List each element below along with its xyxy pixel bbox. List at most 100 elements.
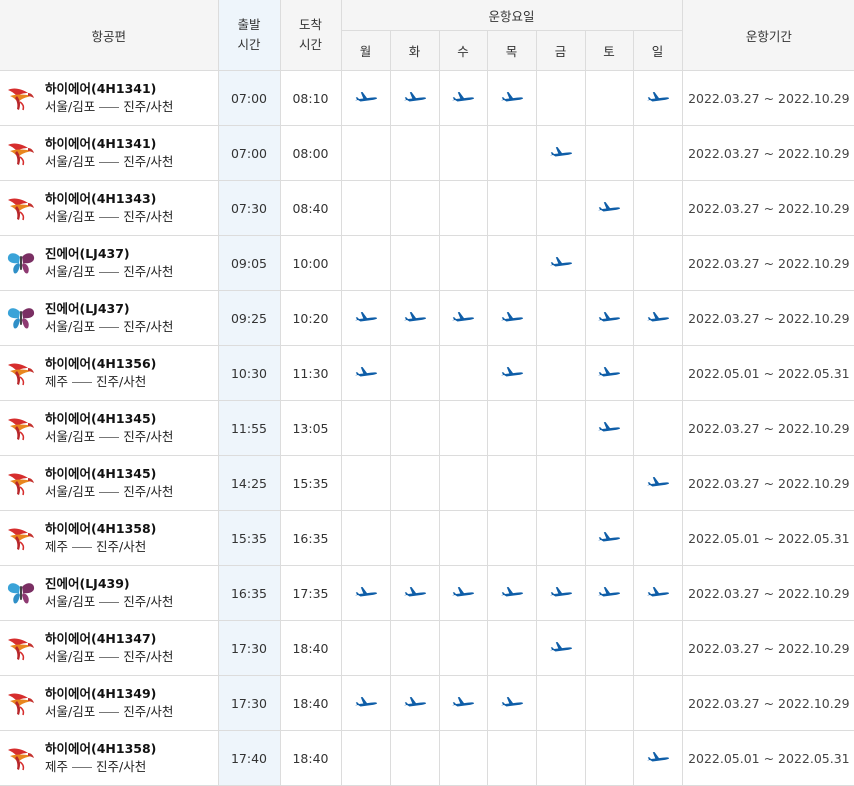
- departure-time: 16:35: [217, 565, 281, 621]
- table-row: 하이에어(4H1341) 서울/김포 진주/사천 07:00 08:00 2022…: [0, 125, 854, 181]
- day-cell-tue: [389, 400, 440, 456]
- plane-icon: [354, 366, 377, 376]
- operation-period: 2022.03.27 ~ 2022.10.29: [681, 125, 854, 181]
- day-cell-mon: [340, 345, 391, 401]
- flight-cell: 하이에어(4H1345) 서울/김포 진주/사천: [0, 455, 219, 511]
- departure-time: 17:30: [217, 620, 281, 676]
- flight-name: 진에어(LJ439): [45, 576, 130, 591]
- departure-time: 10:30: [217, 345, 281, 401]
- day-cell-sat: [584, 620, 634, 676]
- day-cell-wed: [438, 125, 488, 181]
- day-cell-fri: [535, 510, 586, 566]
- plane-icon: [403, 586, 426, 596]
- route-origin: 서울/김포: [45, 484, 96, 499]
- plane-icon: [500, 696, 523, 706]
- table-row: 하이에어(4H1341) 서울/김포 진주/사천 07:00 08:10 2022…: [0, 70, 854, 126]
- route-arrow-icon: [99, 657, 120, 658]
- day-cell-wed: [438, 70, 488, 126]
- day-cell-wed: [438, 565, 488, 621]
- day-cell-mon: [340, 180, 391, 236]
- flight-info: 진에어(LJ439) 서울/김포 진주/사천: [0, 575, 217, 611]
- route-arrow-icon: [72, 547, 93, 548]
- day-cell-mon: [340, 510, 391, 566]
- header-departure-label: 출발 시간: [237, 17, 261, 52]
- plane-icon: [646, 91, 669, 101]
- route: 서울/김포 진주/사천: [45, 593, 173, 611]
- plane-icon: [452, 696, 475, 706]
- day-cell-tue: [389, 235, 440, 291]
- day-cell-mon: [340, 70, 391, 126]
- day-cell-fri: [535, 455, 586, 511]
- operation-period: 2022.03.27 ~ 2022.10.29: [681, 235, 854, 291]
- flight-cell: 하이에어(4H1358) 제주 진주/사천: [0, 730, 219, 786]
- day-cell-sun: [632, 675, 683, 731]
- day-cell-fri: [535, 565, 586, 621]
- arrival-time: 16:35: [279, 510, 342, 566]
- day-cell-wed: [438, 675, 488, 731]
- plane-icon: [549, 641, 572, 651]
- plane-icon: [646, 311, 669, 321]
- table-row: 하이에어(4H1347) 서울/김포 진주/사천 17:30 18:40 2022…: [0, 620, 854, 676]
- operation-period: 2022.03.27 ~ 2022.10.29: [681, 620, 854, 676]
- flight-cell: 하이에어(4H1341) 서울/김포 진주/사천: [0, 125, 219, 181]
- day-cell-sun: [632, 400, 683, 456]
- plane-icon: [646, 586, 669, 596]
- flight-name: 하이에어(4H1345): [45, 411, 157, 426]
- day-cell-fri: [535, 290, 586, 346]
- hi-air-logo-icon: [8, 693, 34, 716]
- flight-info: 하이에어(4H1345) 서울/김포 진주/사천: [0, 410, 217, 446]
- route: 서울/김포 진주/사천: [45, 648, 173, 666]
- route-destination: 진주/사천: [123, 264, 174, 279]
- table-row: 하이에어(4H1358) 제주 진주/사천 15:35 16:35 2022.05…: [0, 510, 854, 566]
- flight-cell: 하이에어(4H1341) 서울/김포 진주/사천: [0, 70, 219, 126]
- hi-air-logo-icon: [8, 748, 34, 771]
- jin-air-logo-icon: [7, 253, 35, 274]
- operation-period: 2022.03.27 ~ 2022.10.29: [681, 675, 854, 731]
- day-cell-thu: [486, 565, 537, 621]
- table-row: 하이에어(4H1358) 제주 진주/사천 17:40 18:40 2022.05…: [0, 730, 854, 786]
- route: 제주 진주/사천: [45, 758, 156, 776]
- table-row: 진에어(LJ439) 서울/김포 진주/사천 16:35 17:35 2022.0…: [0, 565, 854, 621]
- route-arrow-icon: [99, 437, 120, 438]
- route-arrow-icon: [72, 767, 93, 768]
- day-cell-sun: [632, 620, 683, 676]
- day-cell-sun: [632, 180, 683, 236]
- flight-info: 하이에어(4H1341) 서울/김포 진주/사천: [0, 135, 217, 171]
- day-cell-sun: [632, 455, 683, 511]
- plane-icon: [500, 91, 523, 101]
- hi-air-logo-icon: [8, 198, 34, 221]
- day-cell-mon: [340, 565, 391, 621]
- day-cell-tue: [389, 70, 440, 126]
- day-cell-thu: [486, 400, 537, 456]
- route-destination: 진주/사천: [123, 99, 174, 114]
- route-destination: 진주/사천: [123, 649, 174, 664]
- day-cell-mon: [340, 400, 391, 456]
- day-cell-thu: [486, 455, 537, 511]
- day-cell-mon: [340, 455, 391, 511]
- flight-name: 하이에어(4H1341): [45, 136, 157, 151]
- flight-name: 진에어(LJ437): [45, 246, 130, 261]
- day-cell-wed: [438, 235, 488, 291]
- departure-time: 14:25: [217, 455, 281, 511]
- route: 서울/김포 진주/사천: [45, 483, 173, 501]
- route-origin: 서울/김포: [45, 209, 96, 224]
- route-arrow-icon: [72, 382, 93, 383]
- arrival-time: 18:40: [279, 620, 342, 676]
- day-cell-thu: [486, 70, 537, 126]
- day-cell-wed: [438, 510, 488, 566]
- plane-icon: [549, 146, 572, 156]
- day-cell-wed: [438, 345, 488, 401]
- table-body: 하이에어(4H1341) 서울/김포 진주/사천 07:00 08:10 2022…: [0, 70, 854, 786]
- day-cell-wed: [438, 730, 488, 786]
- route: 서울/김포 진주/사천: [45, 703, 173, 721]
- plane-icon: [598, 311, 621, 321]
- flight-schedule-table: 항공편 출발 시간 도착 시간 운항요일 운항기간 월 화 수 목 금 토 일: [0, 0, 854, 786]
- day-cell-tue: [389, 455, 440, 511]
- day-cell-mon: [340, 125, 391, 181]
- header-period: 운항기간: [681, 0, 854, 71]
- plane-icon: [598, 421, 621, 431]
- day-cell-fri: [535, 620, 586, 676]
- route: 제주 진주/사천: [45, 373, 156, 391]
- day-cell-tue: [389, 565, 440, 621]
- table-row: 하이에어(4H1343) 서울/김포 진주/사천 07:30 08:40 2022…: [0, 180, 854, 236]
